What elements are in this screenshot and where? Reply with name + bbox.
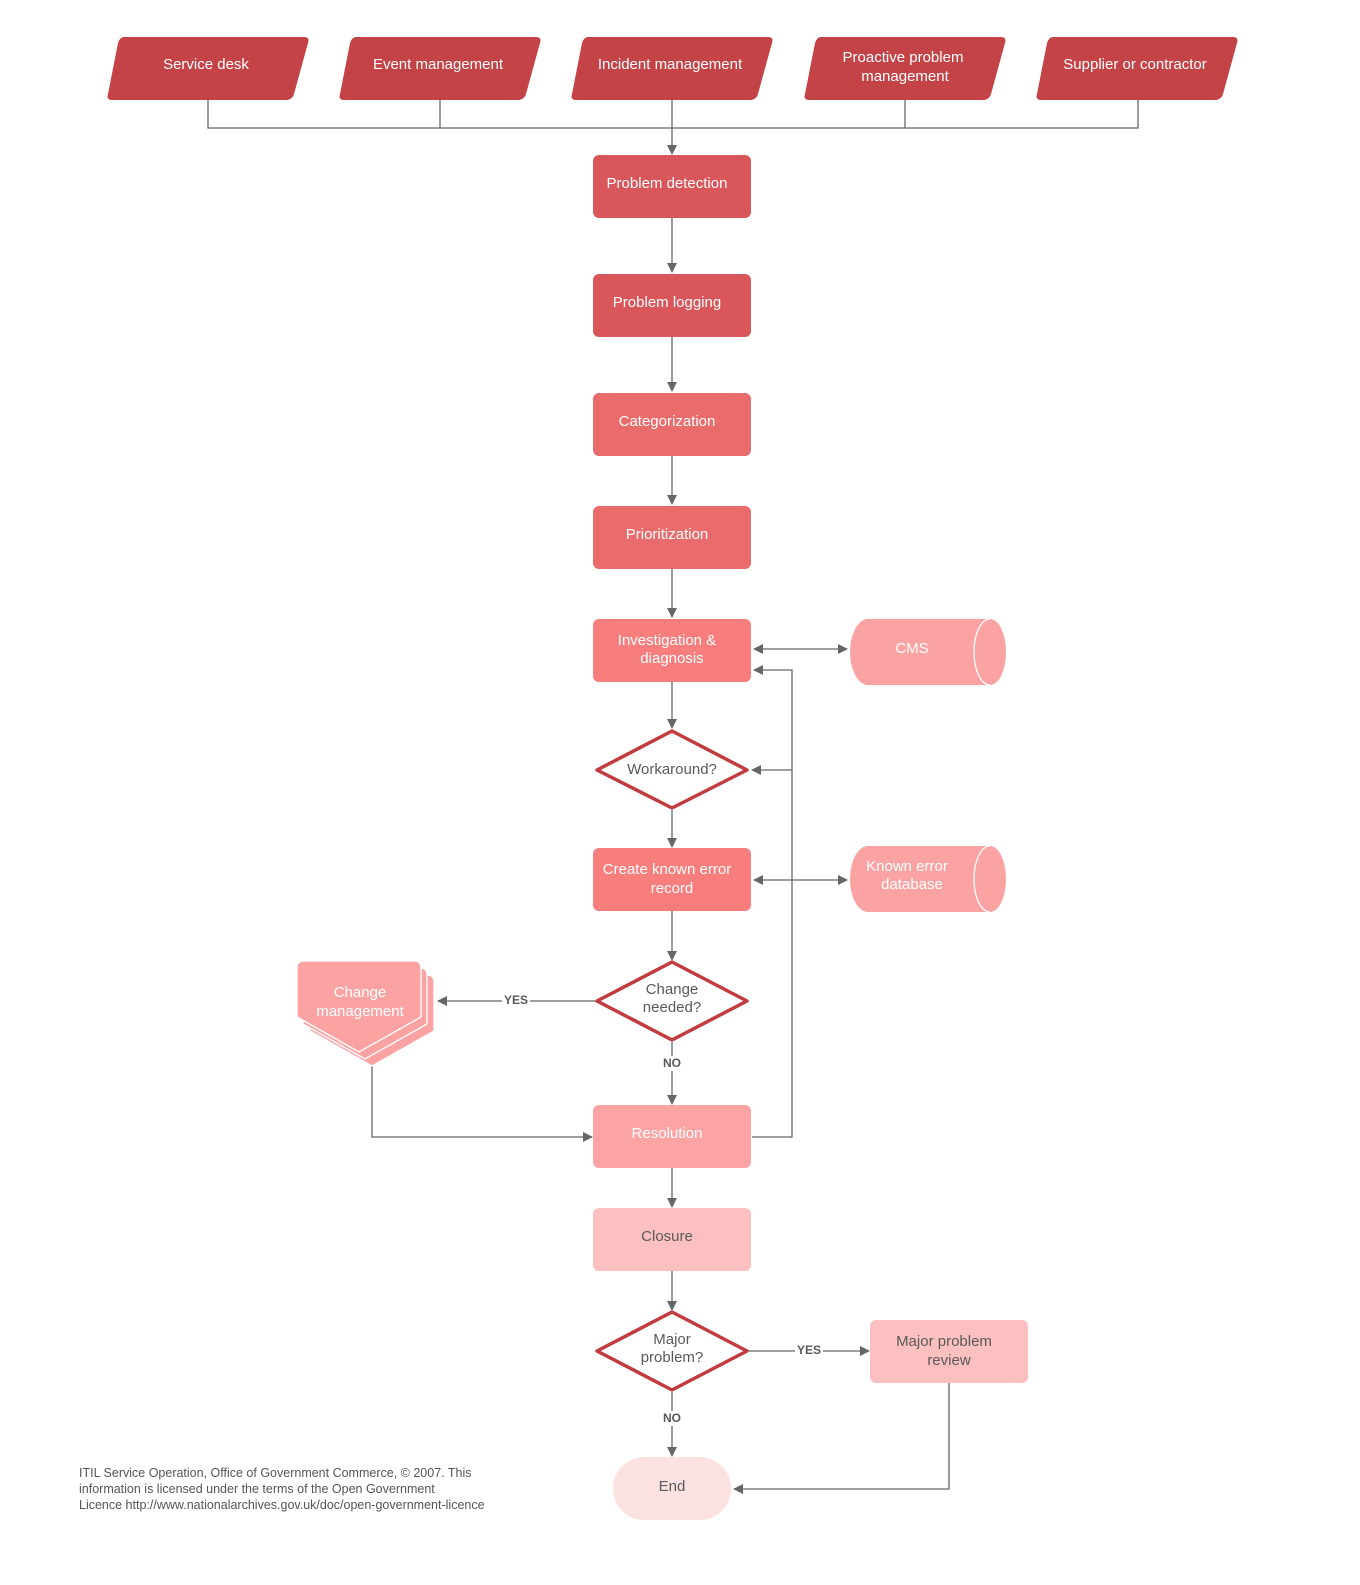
input-incident-management[interactable]: Incident management xyxy=(571,37,773,100)
review-line1: Major problem xyxy=(896,1333,992,1350)
svg-text:Incident management: Incident management xyxy=(598,56,743,73)
step-create-known-error-record[interactable]: Create known error record xyxy=(593,848,751,911)
svg-text:Problem logging: Problem logging xyxy=(613,294,721,311)
change-needed-line1: Change xyxy=(646,981,699,998)
major-problem-line1: Major xyxy=(653,1331,691,1348)
edge-label-yes-change: YES xyxy=(504,993,528,1007)
svg-text:Categorization: Categorization xyxy=(619,413,716,430)
edge-label-no-major: NO xyxy=(663,1411,681,1425)
footer-line-3: Licence http://www.nationalarchives.gov.… xyxy=(79,1498,485,1512)
proactive-line2: management xyxy=(861,68,949,85)
store-cms[interactable]: CMS xyxy=(850,618,1006,686)
svg-text:Prioritization: Prioritization xyxy=(626,526,709,543)
known-error-line2: record xyxy=(651,880,694,897)
step-problem-logging[interactable]: Problem logging xyxy=(593,274,751,337)
svg-text:Resolution: Resolution xyxy=(632,1125,703,1142)
step-prioritization[interactable]: Prioritization xyxy=(593,506,751,569)
input-event-management[interactable]: Event management xyxy=(339,37,541,100)
svg-text:Event management: Event management xyxy=(373,56,504,73)
svg-text:Workaround?: Workaround? xyxy=(627,761,717,778)
step-closure[interactable]: Closure xyxy=(593,1208,751,1271)
decision-major-problem[interactable]: Major problem? xyxy=(595,1310,749,1392)
svg-text:Service desk: Service desk xyxy=(163,56,249,73)
change-mgmt-line1: Change xyxy=(334,984,387,1001)
edge-label-yes-major: YES xyxy=(797,1343,821,1357)
major-problem-line2: problem? xyxy=(641,1349,704,1366)
svg-text:CMS: CMS xyxy=(895,640,928,657)
input-service-desk[interactable]: Service desk xyxy=(107,37,309,100)
known-error-db-line1: Known error xyxy=(866,858,948,875)
step-problem-detection[interactable]: Problem detection xyxy=(593,155,751,218)
known-error-db-line2: database xyxy=(881,876,943,893)
process-change-management[interactable]: Change management xyxy=(296,960,435,1067)
step-resolution[interactable]: Resolution xyxy=(593,1105,751,1168)
proactive-line1: Proactive problem xyxy=(843,49,964,66)
input-supplier-or-contractor[interactable]: Supplier or contractor xyxy=(1036,37,1238,100)
svg-text:Supplier or contractor: Supplier or contractor xyxy=(1063,56,1206,73)
arrow-review-to-end xyxy=(733,1383,950,1494)
svg-text:End: End xyxy=(659,1478,686,1495)
step-categorization[interactable]: Categorization xyxy=(593,393,751,456)
footer-line-1: ITIL Service Operation, Office of Govern… xyxy=(79,1466,472,1480)
decision-workaround[interactable]: Workaround? xyxy=(595,729,749,810)
svg-text:Problem detection: Problem detection xyxy=(607,175,728,192)
investigation-line1: Investigation & xyxy=(618,632,716,649)
known-error-line1: Create known error xyxy=(603,861,731,878)
terminator-end[interactable]: End xyxy=(613,1457,731,1520)
investigation-line2: diagnosis xyxy=(640,650,703,667)
step-major-problem-review[interactable]: Major problem review xyxy=(870,1320,1028,1383)
flowchart-canvas: YES NO YES NO Service desk Event managem… xyxy=(107,37,1238,1520)
input-proactive-problem-management[interactable]: Proactive problem management xyxy=(804,37,1006,100)
store-known-error-database[interactable]: Known error database xyxy=(850,845,1006,913)
loop-resolution-back xyxy=(752,665,793,1138)
connector-inputs-bus xyxy=(207,100,1139,129)
change-needed-line2: needed? xyxy=(643,999,701,1016)
decision-change-needed[interactable]: Change needed? xyxy=(595,960,749,1042)
footer-attribution: ITIL Service Operation, Office of Govern… xyxy=(79,1465,539,1513)
step-investigation-diagnosis[interactable]: Investigation & diagnosis xyxy=(593,619,751,682)
edge-label-no-change: NO xyxy=(663,1056,681,1070)
change-mgmt-line2: management xyxy=(316,1003,404,1020)
arrow-change-mgmt-to-resolution xyxy=(371,1066,593,1142)
footer-line-2: information is licensed under the terms … xyxy=(79,1482,435,1496)
svg-text:Closure: Closure xyxy=(641,1228,693,1245)
review-line2: review xyxy=(927,1352,971,1369)
